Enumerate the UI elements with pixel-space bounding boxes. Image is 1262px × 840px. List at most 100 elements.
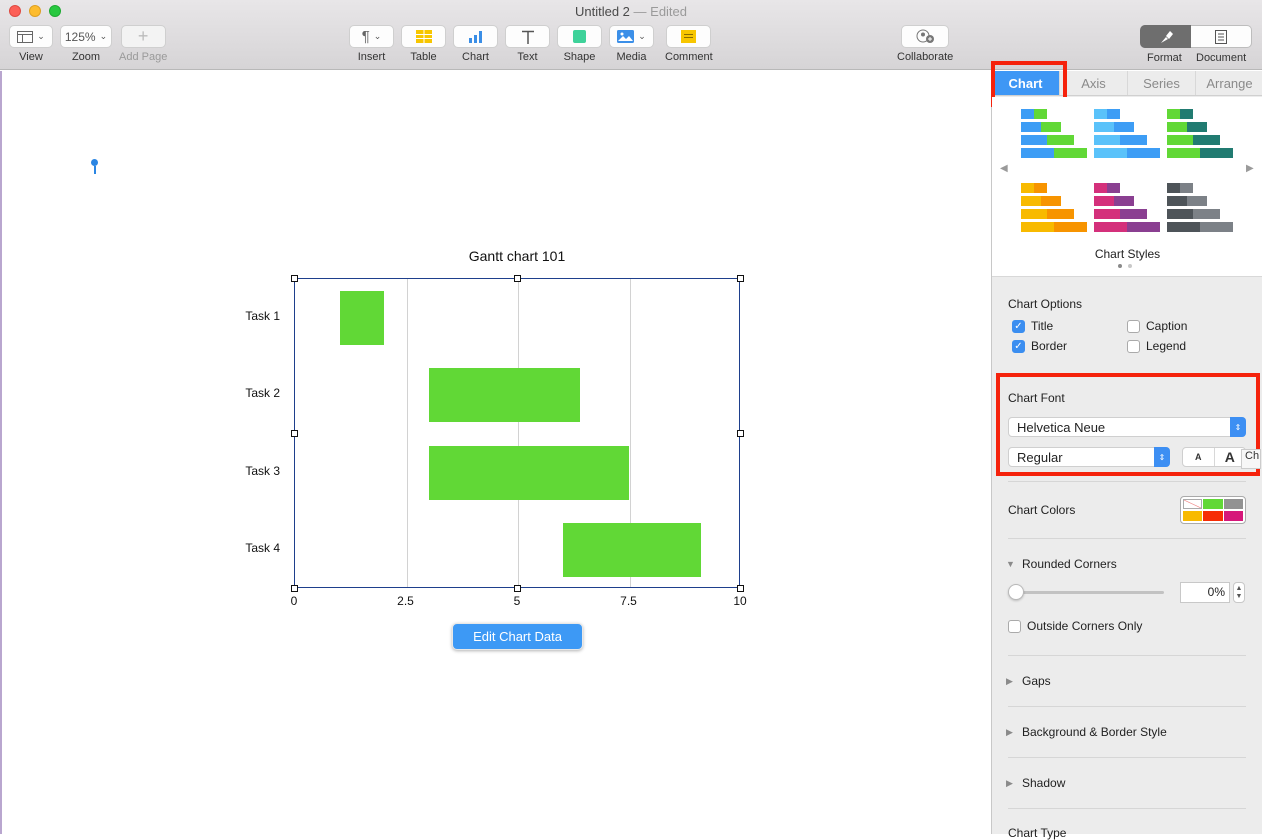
comment-item[interactable]: Comment (665, 25, 713, 63)
media-button[interactable]: ⌄ (609, 25, 654, 48)
style-swatch (1114, 196, 1134, 206)
table-item[interactable]: Table (401, 25, 446, 63)
rounded-corners-section[interactable]: ▼ Rounded Corners (1006, 557, 1117, 571)
text-button[interactable] (505, 25, 550, 48)
chevron-down-icon: ⌄ (638, 31, 646, 41)
color-swatch (1203, 510, 1223, 521)
view-button[interactable]: ⌄ (9, 25, 53, 48)
shape-item[interactable]: Shape (557, 25, 602, 63)
document-button[interactable] (1191, 25, 1252, 48)
x-tick-label: 0 (290, 594, 298, 608)
gantt-bar-2[interactable] (428, 368, 581, 423)
rounded-corners-slider-track[interactable] (1016, 591, 1164, 594)
rounded-corners-slider-knob[interactable] (1008, 584, 1024, 600)
gaps-title: Gaps (1022, 674, 1051, 688)
resize-handle[interactable] (291, 430, 298, 437)
gantt-bar-3[interactable] (428, 445, 630, 500)
insert-button[interactable]: ¶ ⌄ (349, 25, 394, 48)
legend-checkbox-label: Legend (1146, 339, 1187, 353)
chart-style-option-2[interactable] (1094, 109, 1164, 161)
tab-series[interactable]: Series (1127, 71, 1195, 95)
outside-corners-only-checkbox[interactable]: Outside Corners Only (1008, 619, 1142, 633)
chart-type-title: Chart Type (1008, 826, 1067, 840)
style-swatch (1021, 109, 1034, 119)
style-swatch (1120, 209, 1147, 219)
format-button[interactable] (1140, 25, 1191, 48)
chart-style-option-4[interactable] (1021, 183, 1091, 235)
font-family-popup[interactable]: Helvetica Neue ⇕ (1008, 417, 1246, 437)
resize-handle[interactable] (291, 275, 298, 282)
rounded-corners-field[interactable]: 0% (1180, 582, 1230, 603)
gaps-section[interactable]: ▶ Gaps (1006, 674, 1051, 688)
style-swatch (1034, 109, 1047, 119)
insert-menu[interactable]: ¶ ⌄ Insert (349, 25, 394, 63)
chart-options-title: Chart Options (1008, 297, 1083, 311)
add-page-item[interactable]: + Add Page (119, 25, 167, 63)
border-checkbox[interactable]: ✓ Border (1012, 339, 1067, 353)
style-swatch (1021, 209, 1047, 219)
pin-head-icon (91, 159, 98, 166)
caption-checkbox[interactable]: Caption (1127, 319, 1187, 333)
legend-checkbox[interactable]: Legend (1127, 339, 1186, 353)
decrease-font-size-button[interactable]: A (1183, 448, 1215, 466)
chart-plot-area[interactable] (294, 278, 740, 588)
shape-button[interactable] (557, 25, 602, 48)
outside-corners-only-label: Outside Corners Only (1027, 619, 1143, 633)
tooltip: Ch (1241, 449, 1261, 469)
style-swatch (1180, 183, 1193, 193)
document-label: Document (1196, 52, 1247, 64)
collaborate-button[interactable] (901, 25, 950, 48)
media-menu[interactable]: ⌄ Media (609, 25, 654, 63)
chart-item[interactable]: Chart (453, 25, 498, 63)
style-swatch (1094, 109, 1107, 119)
title-checkbox[interactable]: ✓ Title (1012, 319, 1053, 333)
gantt-bar-1[interactable] (339, 290, 385, 345)
page-dot-1[interactable] (1118, 264, 1122, 268)
font-weight-popup[interactable]: Regular ⇕ (1008, 447, 1170, 467)
resize-handle[interactable] (514, 585, 521, 592)
table-button[interactable] (401, 25, 446, 48)
chart-button[interactable] (453, 25, 498, 48)
gantt-bar-4[interactable] (562, 523, 701, 578)
resize-handle[interactable] (737, 585, 744, 592)
background-border-style-title: Background & Border Style (1022, 725, 1167, 739)
collaborate-item[interactable]: Collaborate (897, 25, 953, 63)
style-swatch (1167, 196, 1187, 206)
chart-style-option-1[interactable] (1021, 109, 1091, 161)
chart-title[interactable]: Gantt chart 101 (294, 248, 740, 264)
text-insertion-pin[interactable] (91, 159, 98, 174)
add-page-button[interactable]: + (120, 25, 166, 48)
tab-axis[interactable]: Axis (1059, 71, 1127, 95)
zoom-button[interactable]: 125% ⌄ (60, 25, 112, 48)
zoom-menu[interactable]: 125% ⌄ Zoom (60, 25, 112, 63)
chart-colors-well[interactable] (1180, 496, 1246, 524)
comment-button[interactable] (666, 25, 712, 48)
style-swatch (1193, 209, 1220, 219)
divider (1008, 706, 1246, 707)
collaborate-label: Collaborate (897, 51, 954, 63)
chart-style-option-5[interactable] (1094, 183, 1164, 235)
view-menu[interactable]: ⌄ View (9, 25, 53, 63)
window-title: Untitled 2 — Edited (0, 4, 1262, 19)
comment-icon (681, 30, 697, 43)
text-item[interactable]: Text (505, 25, 550, 63)
page-dot-2[interactable] (1128, 264, 1132, 268)
resize-handle[interactable] (737, 275, 744, 282)
shadow-section[interactable]: ▶ Shadow (1006, 776, 1065, 790)
chart-style-option-3[interactable] (1167, 109, 1237, 161)
style-swatch (1054, 148, 1087, 158)
tab-arrange[interactable]: Arrange (1195, 71, 1262, 95)
style-swatch (1127, 222, 1160, 232)
next-styles-arrow-icon[interactable]: ▶ (1246, 163, 1254, 174)
style-swatch (1094, 196, 1114, 206)
chart-style-option-6[interactable] (1167, 183, 1237, 235)
background-border-style-section[interactable]: ▶ Background & Border Style (1006, 725, 1167, 739)
resize-handle[interactable] (737, 430, 744, 437)
previous-styles-arrow-icon[interactable]: ◀ (1000, 163, 1008, 174)
stepper-down-icon: ▼ (1235, 592, 1243, 600)
rounded-corners-stepper[interactable]: ▲ ▼ (1233, 582, 1245, 603)
edit-chart-data-button[interactable]: Edit Chart Data (452, 623, 583, 650)
resize-handle[interactable] (291, 585, 298, 592)
divider (1008, 481, 1246, 482)
resize-handle[interactable] (514, 275, 521, 282)
